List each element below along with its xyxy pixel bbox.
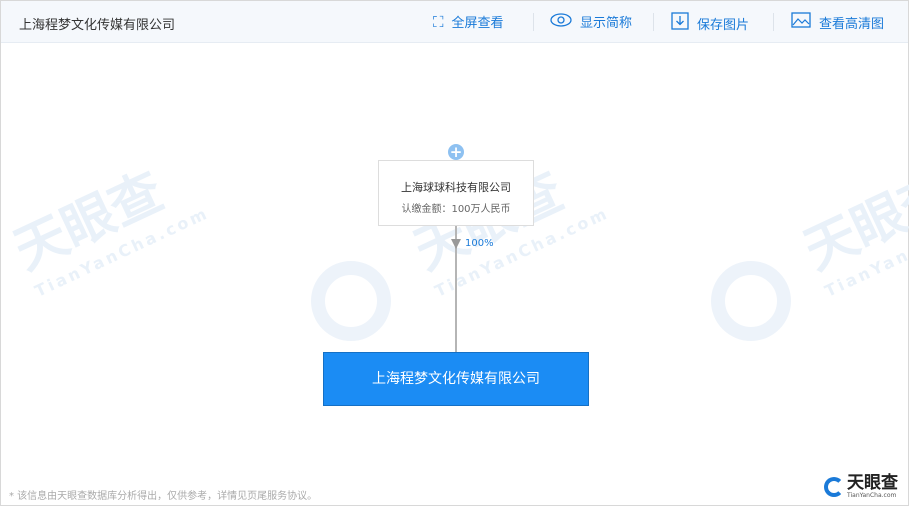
share-percent: 100% (465, 238, 494, 249)
shareholder-node[interactable]: 上海球球科技有限公司 认缴金额：100万人民币 (378, 160, 534, 226)
arrow-down-icon (451, 239, 461, 249)
logo-icon (824, 477, 844, 497)
company-node[interactable]: 上海程梦文化传媒有限公司 (323, 352, 589, 406)
save-image-button[interactable]: 保存图片 (671, 12, 749, 34)
fullscreen-button[interactable]: ⛶ 全屏查看 (433, 12, 504, 32)
watermark: 天眼查TianYanCha.com (5, 161, 213, 301)
watermark-logo (711, 261, 791, 341)
toolbar: 上海程梦文化传媒有限公司 ⛶ 全屏查看 显示简称 保存图片 查看高清图 (1, 1, 908, 43)
download-icon (671, 12, 689, 34)
shareholder-name: 上海球球科技有限公司 (401, 181, 511, 194)
watermark-logo (311, 261, 391, 341)
fullscreen-icon: ⛶ (433, 12, 444, 31)
expand-plus-icon[interactable]: + (448, 144, 464, 160)
image-icon (791, 12, 811, 32)
watermark: 天眼查TianYanCha.com (795, 161, 909, 301)
tianyancha-logo: 天眼查 TianYanCha.com (824, 475, 898, 499)
page-title: 上海程梦文化传媒有限公司 (19, 18, 176, 33)
subscribed-amount: 认缴金额：100万人民币 (401, 204, 511, 215)
eye-icon (550, 12, 572, 31)
view-hd-button[interactable]: 查看高清图 (791, 12, 884, 32)
show-short-name-button[interactable]: 显示简称 (550, 12, 632, 31)
disclaimer: * 该信息由天眼查数据库分析得出，仅供参考，详情见页尾服务协议。 (9, 491, 318, 502)
